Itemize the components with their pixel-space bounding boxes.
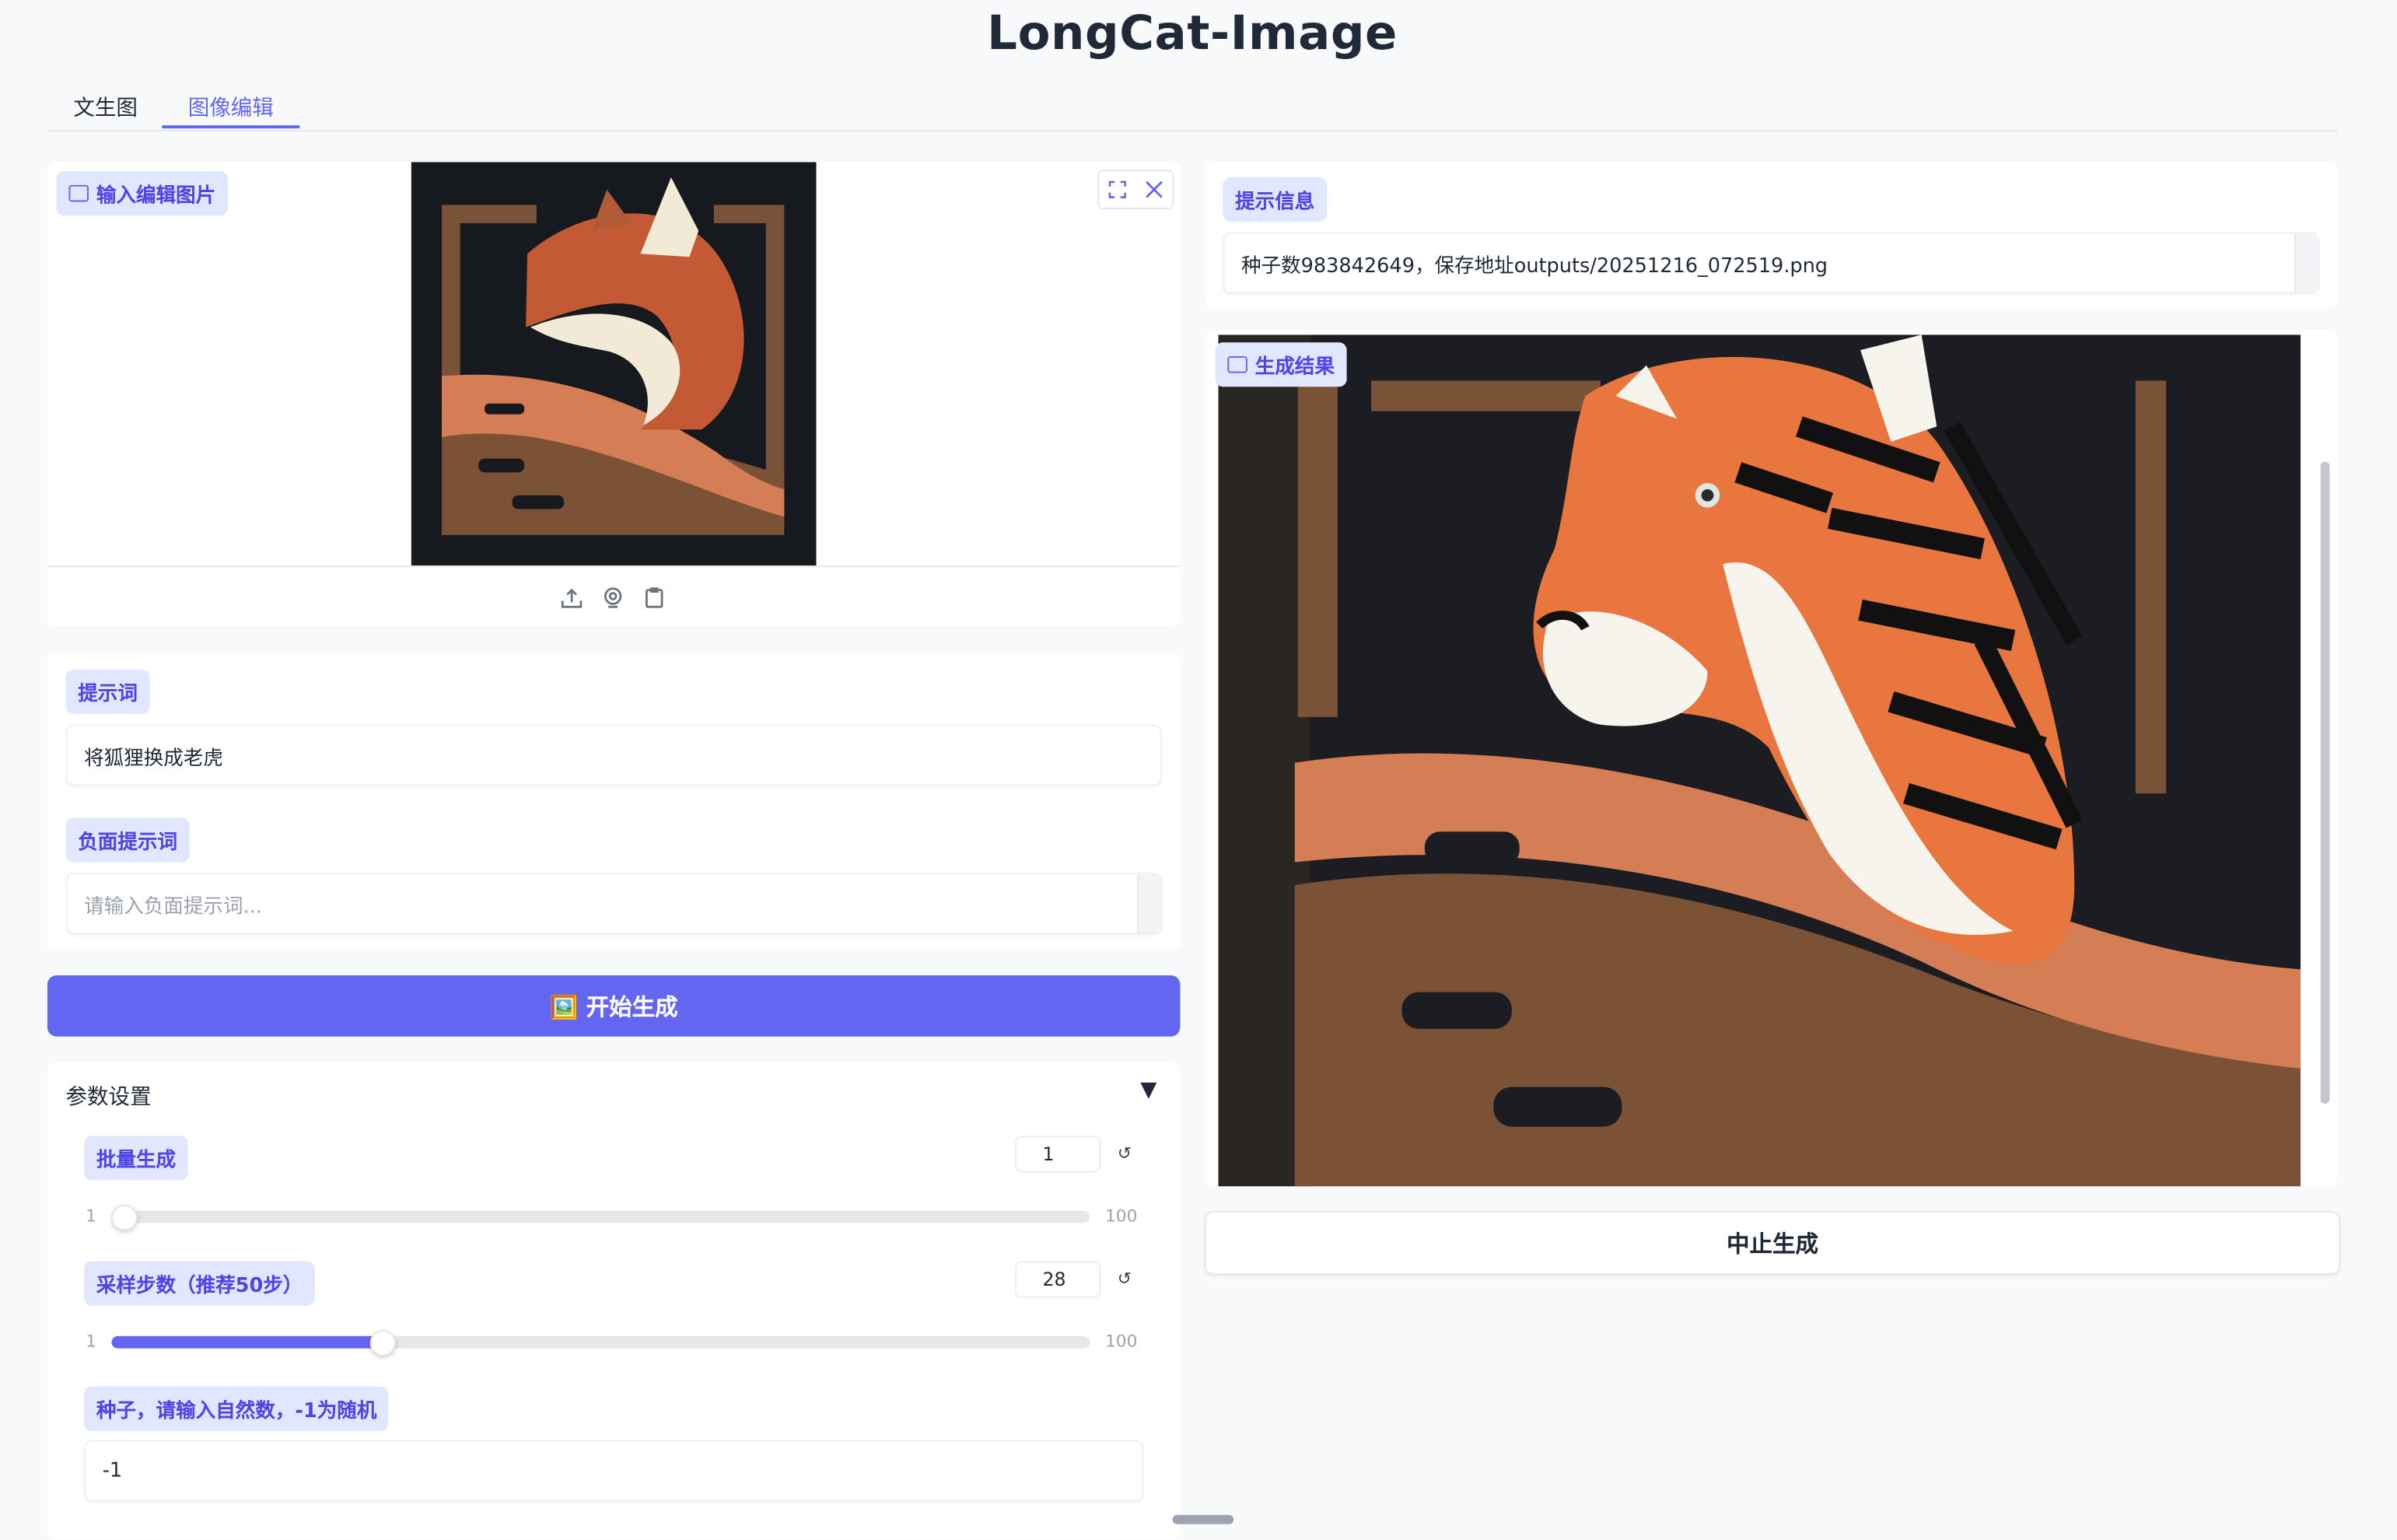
prompt-label: 提示词 — [65, 669, 150, 714]
generate-button[interactable]: 🖼️ 开始生成 — [47, 975, 1181, 1037]
info-output[interactable]: 种子数983842649，保存地址outputs/20251216_072519… — [1223, 232, 2319, 294]
fullscreen-icon[interactable] — [1101, 173, 1134, 206]
tab-image-edit[interactable]: 图像编辑 — [188, 92, 274, 122]
close-icon[interactable] — [1137, 173, 1171, 206]
seed-label: 种子，请输入自然数，-1为随机 — [84, 1386, 390, 1431]
tab-bar: 文生图 图像编辑 — [47, 86, 2338, 132]
batch-reset-icon[interactable]: ↺ — [1118, 1143, 1132, 1164]
params-title[interactable]: 参数设置 — [66, 1081, 152, 1111]
image-icon — [1227, 355, 1247, 373]
resize-handle[interactable] — [1172, 1514, 1234, 1524]
stop-button[interactable]: 中止生成 — [1204, 1210, 2341, 1276]
steps-min: 1 — [86, 1331, 96, 1352]
batch-label: 批量生成 — [84, 1136, 188, 1181]
steps-slider[interactable] — [111, 1329, 1090, 1356]
tab-text-to-image[interactable]: 文生图 — [73, 92, 138, 122]
negative-prompt-label: 负面提示词 — [65, 817, 190, 863]
params-panel: 参数设置 ▼ 批量生成 1 ↺ 1 100 采样步数（推荐50步） 28 ↺ 1… — [47, 1062, 1181, 1540]
result-label: 生成结果 — [1215, 342, 1347, 387]
app-root: LongCat-Image 文生图 图像编辑 输入编辑图片 提示词 将狐狸换成老… — [0, 0, 2397, 1540]
negative-prompt-input[interactable]: 请输入负面提示词... — [65, 873, 1162, 934]
input-image-fox[interactable] — [411, 162, 817, 566]
batch-number-input[interactable]: 1 — [1015, 1136, 1101, 1173]
textarea-scrollbar[interactable] — [1137, 874, 1160, 933]
divider — [47, 565, 1181, 568]
prompt-panel: 提示词 将狐狸换成老虎 负面提示词 请输入负面提示词... — [47, 653, 1181, 951]
prompt-input[interactable]: 将狐狸换成老虎 — [65, 724, 1162, 786]
steps-reset-icon[interactable]: ↺ — [1118, 1269, 1132, 1289]
batch-min: 1 — [86, 1206, 96, 1227]
image-icon — [68, 184, 89, 202]
batch-slider[interactable] — [110, 1204, 1090, 1231]
steps-slider-thumb[interactable] — [369, 1329, 396, 1356]
result-panel: 生成结果 — [1204, 330, 2338, 1187]
info-panel: 提示信息 种子数983842649，保存地址outputs/20251216_0… — [1204, 162, 2338, 310]
batch-slider-thumb[interactable] — [110, 1204, 138, 1231]
seed-input[interactable]: -1 — [84, 1440, 1144, 1502]
clipboard-icon[interactable] — [638, 581, 671, 614]
batch-max: 100 — [1105, 1206, 1138, 1227]
image-toolbar — [1097, 170, 1174, 210]
input-image-panel: 输入编辑图片 — [47, 162, 1181, 627]
active-tab-indicator — [162, 125, 300, 129]
steps-number-input[interactable]: 28 — [1015, 1261, 1101, 1298]
steps-label: 采样步数（推荐50步） — [84, 1261, 316, 1306]
page-title: LongCat-Image — [987, 5, 1398, 61]
steps-slider-fill — [111, 1335, 379, 1349]
result-scrollbar[interactable] — [2320, 461, 2330, 1104]
collapse-arrow-icon[interactable]: ▼ — [1140, 1078, 1157, 1102]
upload-icon[interactable] — [555, 581, 588, 614]
info-scrollbar[interactable] — [2294, 233, 2318, 292]
steps-max: 100 — [1105, 1331, 1138, 1352]
result-image-tiger[interactable] — [1218, 334, 2301, 1187]
webcam-icon[interactable] — [597, 581, 630, 614]
input-image-label: 输入编辑图片 — [56, 171, 228, 216]
info-label: 提示信息 — [1223, 177, 1328, 222]
